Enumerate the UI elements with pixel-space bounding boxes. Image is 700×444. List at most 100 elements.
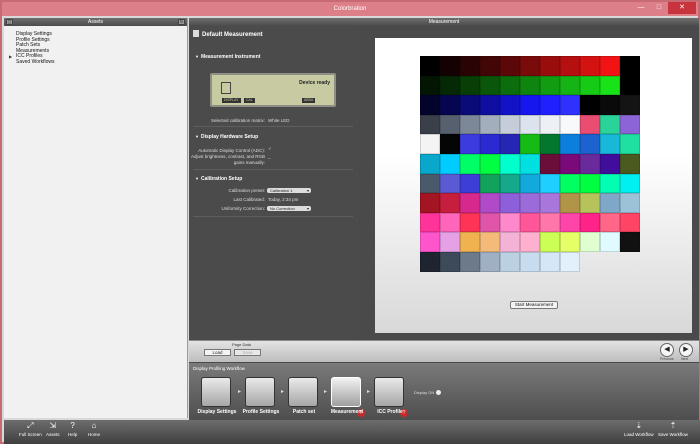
save-button[interactable]: Save bbox=[234, 349, 261, 356]
start-measurement-button[interactable]: Start Measurement bbox=[510, 301, 558, 309]
assets-button[interactable]: ⇲ Assets bbox=[46, 422, 60, 438]
app-window: Colorbration — □ ✕ Assets ▢ ↻ Display Se… bbox=[0, 0, 700, 444]
load-workflow-button[interactable]: ⇣ Load Workflow bbox=[624, 422, 654, 438]
assets-sidebar: Assets ▢ ↻ Display Settings Profile Sett… bbox=[4, 18, 188, 418]
last-calibrated-label: Last Calibrated: bbox=[233, 197, 265, 202]
main-header: Measurement bbox=[189, 18, 699, 26]
page-data-bar: Page Data Load Save ◀ Previous ▶ Next bbox=[189, 340, 699, 362]
add-step-icon[interactable] bbox=[436, 390, 442, 395]
color-patch bbox=[560, 75, 580, 96]
section-display-hardware[interactable]: ▼ Display Hardware Setup bbox=[195, 134, 258, 140]
divider bbox=[193, 216, 353, 217]
preset-select[interactable]: Calibration 1 ▾ bbox=[267, 188, 311, 193]
uniformity-select[interactable]: No Correction ▾ bbox=[267, 206, 311, 211]
color-patch bbox=[500, 232, 520, 252]
color-patch bbox=[500, 75, 520, 96]
color-patch bbox=[460, 75, 480, 96]
color-patch bbox=[440, 251, 460, 272]
help-icon: ? bbox=[70, 421, 75, 430]
color-patch bbox=[580, 252, 600, 272]
color-patch bbox=[620, 252, 640, 272]
color-patch bbox=[500, 212, 520, 233]
color-patch bbox=[500, 251, 520, 272]
color-patch-grid bbox=[420, 56, 640, 272]
color-patch bbox=[500, 173, 520, 194]
color-patch bbox=[420, 173, 440, 194]
color-patch bbox=[620, 56, 640, 76]
workflow-step-patch-set[interactable]: Patch set bbox=[284, 377, 324, 417]
page-title: Default Measurement bbox=[193, 30, 263, 38]
close-button[interactable]: ✕ bbox=[668, 2, 696, 14]
color-patch bbox=[440, 212, 460, 233]
maximize-button[interactable]: □ bbox=[650, 2, 668, 14]
collapse-triangle-icon: ▼ bbox=[195, 54, 199, 59]
minimize-button[interactable]: — bbox=[632, 2, 650, 14]
color-patch bbox=[540, 212, 560, 233]
measurement-panel: Measurement Default Measurement ▼ Measure… bbox=[189, 18, 699, 363]
manual-adjust-label-2: gains manually: bbox=[233, 160, 265, 165]
color-patch bbox=[540, 173, 560, 194]
load-button[interactable]: Load bbox=[204, 349, 231, 356]
expand-arrow-icon[interactable]: ▶ bbox=[9, 54, 12, 60]
color-patch bbox=[500, 56, 520, 76]
workflow-step-display-settings[interactable]: Display Settings bbox=[197, 377, 237, 417]
color-patch bbox=[440, 75, 460, 96]
save-workflow-button[interactable]: ⇡ Save Workflow bbox=[658, 422, 688, 438]
workflow-step-measurement[interactable]: ? Measurement bbox=[327, 377, 367, 417]
color-patch bbox=[420, 193, 440, 213]
page-title-text: Default Measurement bbox=[202, 32, 263, 38]
color-patch bbox=[420, 134, 440, 154]
color-patch bbox=[560, 134, 580, 154]
section-calibration-setup[interactable]: ▼ Calibration Setup bbox=[195, 176, 242, 182]
color-patch bbox=[620, 75, 640, 96]
home-button[interactable]: ⌂ Home bbox=[88, 422, 100, 438]
color-patch bbox=[420, 95, 440, 115]
divider bbox=[193, 126, 353, 127]
color-patch bbox=[440, 232, 460, 252]
section-label: Display Hardware Setup bbox=[200, 134, 259, 140]
full-screen-button[interactable]: ⤢ Full Screen bbox=[19, 422, 42, 438]
color-patch bbox=[580, 56, 600, 76]
icc-profile-icon bbox=[374, 377, 404, 407]
color-patch bbox=[480, 173, 500, 194]
color-patch bbox=[520, 173, 540, 194]
sidebar-collapse-icon[interactable]: ▢ bbox=[6, 19, 13, 25]
color-patch bbox=[560, 212, 580, 233]
divider bbox=[193, 169, 353, 170]
color-patch bbox=[540, 56, 560, 76]
section-measurement-instrument[interactable]: ▼ Measurement Instrument bbox=[195, 54, 260, 60]
adc-label: Automatic Display Control (ADC): bbox=[198, 148, 265, 153]
help-label: Help bbox=[68, 432, 78, 437]
chevron-left-icon: ◀ bbox=[664, 346, 670, 353]
workflow-panel: Display Profiling Workflow Display Setti… bbox=[189, 363, 699, 420]
previous-button[interactable]: ◀ bbox=[660, 343, 674, 357]
title-bar: Colorbration — □ ✕ bbox=[2, 2, 698, 16]
color-patch bbox=[560, 95, 580, 115]
workflow-step-profile-settings[interactable]: Profile Settings bbox=[241, 377, 281, 417]
sidebar-refresh-icon[interactable]: ↻ bbox=[178, 19, 185, 25]
color-patch bbox=[460, 212, 480, 233]
color-patch bbox=[460, 114, 480, 135]
section-label: Calibration Setup bbox=[200, 176, 243, 182]
color-patch bbox=[600, 173, 620, 194]
color-patch bbox=[600, 252, 620, 272]
document-icon bbox=[193, 30, 199, 37]
help-button[interactable]: ? Help bbox=[68, 421, 78, 438]
next-button[interactable]: ▶ bbox=[679, 343, 693, 357]
adc-checkbox[interactable]: ✓ bbox=[268, 146, 272, 152]
color-patch bbox=[540, 95, 560, 115]
color-patch bbox=[480, 114, 500, 135]
color-patch bbox=[540, 193, 560, 213]
workflow-more-label: Display GN bbox=[414, 390, 435, 395]
sidebar-item-saved-workflows[interactable]: Saved Workflows bbox=[16, 59, 187, 66]
preset-label: Calibration preset: bbox=[228, 188, 265, 193]
manual-adjust-value[interactable]: – bbox=[268, 156, 271, 161]
color-patch bbox=[480, 75, 500, 96]
color-patch bbox=[420, 232, 440, 252]
color-patch bbox=[520, 114, 540, 135]
window-title: Colorbration bbox=[333, 6, 367, 12]
workflow-step-icc-profile[interactable]: ? ICC Profile bbox=[370, 377, 410, 417]
color-patch bbox=[520, 232, 540, 252]
patch-row bbox=[420, 232, 640, 252]
workflow-more[interactable]: Display GN bbox=[414, 390, 442, 395]
